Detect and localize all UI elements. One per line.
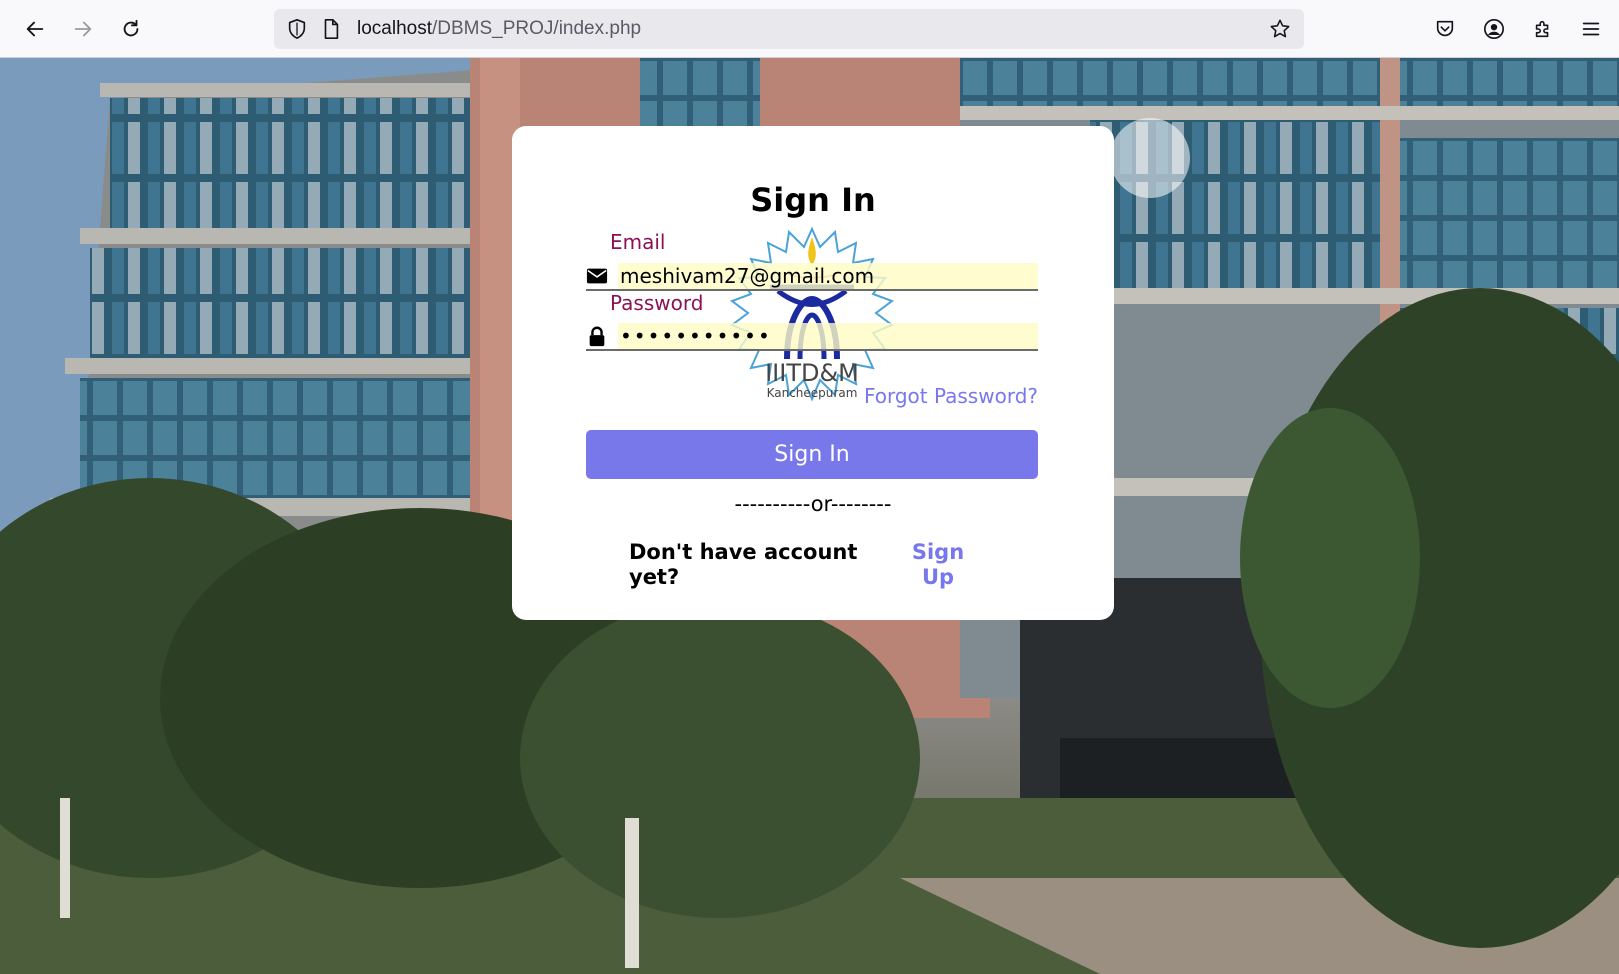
back-button[interactable] [20, 14, 50, 44]
envelope-icon [586, 268, 608, 284]
arrow-left-icon [26, 21, 44, 37]
extensions-button[interactable] [1528, 14, 1558, 44]
or-divider: ----------or-------- [734, 492, 892, 516]
signin-button[interactable]: Sign In [586, 430, 1038, 479]
password-row [586, 323, 1038, 351]
logo-text: IIITD&M [765, 359, 859, 387]
arrow-right-icon [74, 21, 92, 37]
url-host: localhost [357, 18, 432, 39]
browser-toolbar: localhost/DBMS_PROJ/index.php [0, 0, 1619, 58]
page-title: Sign In [750, 181, 876, 219]
bookmark-star-icon[interactable] [1269, 18, 1291, 40]
hamburger-menu-icon [1582, 22, 1600, 36]
account-icon [1484, 19, 1504, 39]
pocket-button[interactable] [1430, 14, 1460, 44]
no-account-text: Don't have account yet? [629, 540, 858, 589]
reload-button[interactable] [116, 14, 146, 44]
password-label: Password [610, 291, 704, 315]
email-label: Email [610, 230, 666, 254]
email-row [586, 263, 1038, 291]
url-bar[interactable]: localhost/DBMS_PROJ/index.php [274, 9, 1304, 49]
pocket-icon [1436, 20, 1454, 37]
signin-card: IIITD&M Kancheepuram Sign In Email Passw… [512, 126, 1114, 620]
puzzle-icon [1535, 20, 1549, 38]
forgot-password-link[interactable]: Forgot Password? [864, 384, 1038, 408]
page-icon[interactable] [320, 18, 342, 40]
menu-button[interactable] [1576, 14, 1606, 44]
lock-icon [589, 326, 605, 347]
signup-link[interactable]: Sign Up [904, 540, 972, 590]
account-button[interactable] [1479, 14, 1509, 44]
reload-icon [123, 19, 139, 37]
url-text[interactable]: localhost/DBMS_PROJ/index.php [357, 18, 641, 40]
shield-icon[interactable] [286, 18, 308, 40]
forward-button[interactable] [68, 14, 98, 44]
url-path: /DBMS_PROJ/index.php [432, 18, 642, 39]
password-field[interactable] [620, 323, 1030, 349]
email-field[interactable] [620, 263, 1030, 289]
logo-subtext: Kancheepuram [767, 386, 858, 400]
